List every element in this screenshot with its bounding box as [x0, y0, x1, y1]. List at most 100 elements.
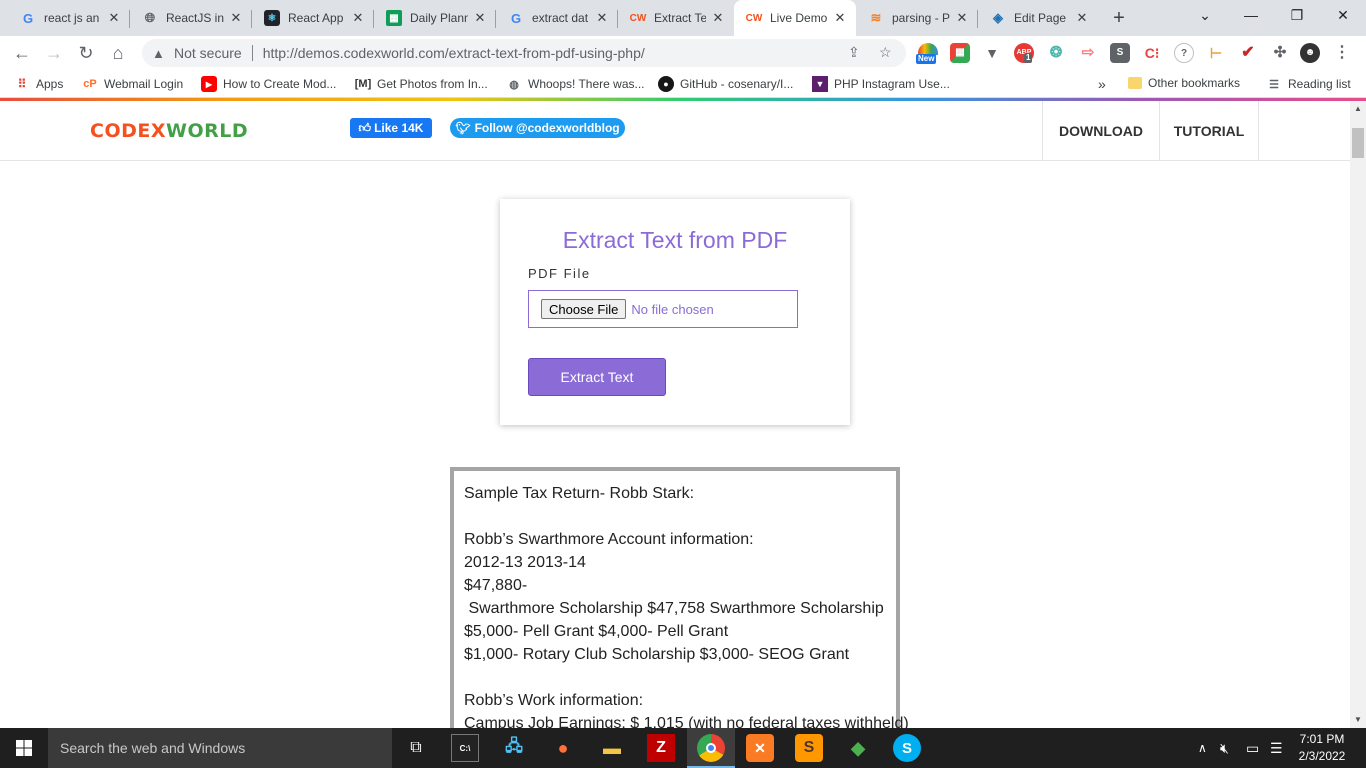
warning-icon[interactable]: ▲ — [152, 46, 168, 61]
tab-extract-text[interactable]: CW Extract Tex ✕ — [618, 3, 734, 33]
bookmark-webmail[interactable]: cP Webmail Login — [82, 76, 183, 92]
home-button[interactable]: ⌂ — [104, 39, 132, 67]
new-tab-button[interactable]: + — [1106, 5, 1132, 31]
m-icon: [M] — [354, 78, 372, 90]
bookmark-other-bookmarks[interactable]: Other bookmarks — [1128, 76, 1240, 90]
clock-date: 2/3/2022 — [1298, 749, 1346, 763]
bookmarks-bar: ⠿ Apps cP Webmail Login ▶ How to Create … — [0, 70, 1366, 98]
bookmark-github[interactable]: ● GitHub - cosenary/I... — [658, 76, 793, 92]
bookmark-star-icon[interactable]: ☆ — [879, 44, 892, 61]
bookmark-label: Get Photos from In... — [377, 77, 488, 91]
extension-vue-icon[interactable]: ▼ — [982, 43, 1002, 63]
choose-file-button[interactable]: Choose File — [541, 299, 627, 319]
reading-list-button[interactable]: ☰ Reading list — [1266, 76, 1351, 92]
close-icon[interactable]: ✕ — [954, 10, 970, 26]
bookmark-how-to-create[interactable]: ▶ How to Create Mod... — [201, 76, 336, 92]
volume-muted-icon[interactable]: 🔇︎ — [1220, 728, 1229, 768]
twitter-follow-label: Follow @codexworldblog — [474, 121, 620, 135]
address-bar[interactable]: ▲ Not secure http://demos.codexworld.com… — [142, 39, 906, 67]
skype-icon[interactable]: S — [893, 734, 921, 762]
extension-new-icon[interactable]: New — [916, 43, 938, 64]
back-button[interactable]: ← — [8, 39, 36, 67]
scrollbar-thumb[interactable] — [1352, 128, 1364, 158]
bookmark-php-instagram[interactable]: ▼ PHP Instagram Use... — [812, 76, 950, 92]
twitter-follow-button[interactable]: 🐦︎ Follow @codexworldblog — [450, 118, 625, 138]
extension-hex-icon[interactable]: ❂ — [1046, 43, 1066, 63]
security-label[interactable]: Not secure — [174, 45, 242, 61]
extension-s-icon[interactable]: S — [1110, 43, 1130, 63]
filezilla-icon[interactable]: Z — [647, 734, 675, 762]
tray-chevron-icon[interactable]: ∧ — [1198, 728, 1207, 768]
close-icon[interactable]: ✕ — [472, 10, 488, 26]
taskbar-search-box[interactable]: Search the web and Windows — [48, 728, 392, 768]
tab-edit-page[interactable]: ◈ Edit Page ✕ — [978, 3, 1098, 33]
tab-parsing[interactable]: ≋ parsing - P ✕ — [856, 3, 978, 33]
tab-title: Extract Tex — [654, 11, 706, 25]
page-scrollbar[interactable]: ▲ ▼ — [1350, 101, 1366, 728]
chrome-icon[interactable] — [697, 734, 725, 762]
extension-bookmark-icon[interactable]: ⊢ — [1206, 43, 1226, 63]
windows-logo-icon — [16, 740, 32, 756]
tab-live-demo[interactable]: CW Live Demo ✕ — [734, 0, 856, 36]
close-icon[interactable]: ✕ — [350, 10, 366, 26]
git-icon[interactable]: ◆ — [844, 734, 872, 762]
close-icon[interactable]: ✕ — [594, 10, 610, 26]
codexworld-logo[interactable]: CODEXWORLD — [90, 120, 248, 142]
firefox-icon[interactable]: ● — [549, 734, 577, 762]
thumbs-up-icon: 👍︎ — [358, 120, 372, 135]
close-icon[interactable]: ✕ — [710, 10, 726, 26]
url-text[interactable]: http://demos.codexworld.com/extract-text… — [263, 45, 645, 61]
task-view-icon[interactable]: ⧉ — [402, 734, 430, 762]
close-icon[interactable]: ✕ — [832, 10, 848, 26]
share-icon[interactable]: ⇪ — [848, 44, 860, 61]
extension-multicolor-icon[interactable]: ▦ — [950, 43, 970, 63]
profile-avatar[interactable]: ☻ — [1300, 43, 1320, 63]
extract-text-button[interactable]: Extract Text — [528, 358, 666, 396]
tab-react-app[interactable]: ⚛ React App ✕ — [252, 3, 374, 33]
tab-search-button[interactable]: ⌄ — [1182, 0, 1228, 30]
pdf-file-input[interactable]: Choose File No file chosen — [528, 290, 798, 328]
twitter-bird-icon: 🐦︎ — [455, 121, 471, 135]
network-icon[interactable]: ▭ — [1246, 728, 1259, 768]
nav-download[interactable]: DOWNLOAD — [1042, 101, 1159, 160]
omnibox-divider — [251, 45, 253, 61]
sublime-text-icon[interactable]: S — [795, 734, 823, 762]
start-button[interactable] — [0, 728, 48, 768]
bookmarks-overflow-button[interactable]: » — [1098, 76, 1106, 92]
xampp-icon[interactable]: ✕ — [746, 734, 774, 762]
close-window-button[interactable]: ✕ — [1320, 0, 1366, 30]
taskbar-clock[interactable]: 7:01 PM 2/3/2022 — [1292, 731, 1352, 765]
extensions-puzzle-icon[interactable]: ✣ — [1270, 43, 1290, 63]
apps-grid-icon: ⠿ — [17, 77, 27, 91]
help-icon[interactable]: ? — [1174, 43, 1194, 63]
tab-daily-planner[interactable]: ▦ Daily Plann ✕ — [374, 3, 496, 33]
extension-arrow-icon[interactable]: ⇨ — [1078, 43, 1098, 63]
notification-icon[interactable]: ☰ — [1270, 728, 1283, 768]
nav-tutorial[interactable]: TUTORIAL — [1159, 101, 1259, 160]
close-icon[interactable]: ✕ — [228, 10, 244, 26]
close-icon[interactable]: ✕ — [1074, 10, 1090, 26]
extension-c-icon[interactable]: C⁝ — [1142, 43, 1162, 63]
bookmark-purple-icon: ▼ — [812, 76, 828, 92]
reload-button[interactable]: ↻ — [72, 39, 100, 67]
extension-check-icon[interactable]: ✔ — [1238, 43, 1258, 63]
logo-part-world: WORLD — [166, 120, 249, 142]
file-explorer-icon[interactable]: ▬ — [598, 734, 626, 762]
network-computer-icon[interactable]: 🖧 — [500, 734, 528, 762]
close-icon[interactable]: ✕ — [106, 10, 122, 26]
bookmark-apps[interactable]: ⠿ Apps — [14, 76, 64, 92]
forward-button[interactable]: → — [40, 39, 68, 67]
tab-react-js[interactable]: G react js an ✕ — [8, 3, 130, 33]
menu-kebab-icon[interactable]: ⋮ — [1332, 43, 1352, 63]
bookmark-whoops[interactable]: ◍ Whoops! There was... — [506, 76, 644, 92]
restore-button[interactable]: ❐ — [1274, 0, 1320, 30]
tab-reactjs-int[interactable]: 🌐︎ ReactJS int ✕ — [130, 3, 252, 33]
terminal-icon[interactable]: C:\ — [451, 734, 479, 762]
adblock-icon[interactable]: ABP 1 — [1014, 43, 1034, 63]
scroll-down-arrow[interactable]: ▼ — [1350, 712, 1366, 728]
scroll-up-arrow[interactable]: ▲ — [1350, 101, 1366, 117]
minimize-button[interactable]: — — [1228, 0, 1274, 30]
bookmark-get-photos[interactable]: [M] Get Photos from In... — [355, 76, 488, 92]
facebook-like-button[interactable]: 👍︎ Like 14K — [350, 118, 432, 138]
tab-extract-data[interactable]: G extract dat ✕ — [496, 3, 618, 33]
